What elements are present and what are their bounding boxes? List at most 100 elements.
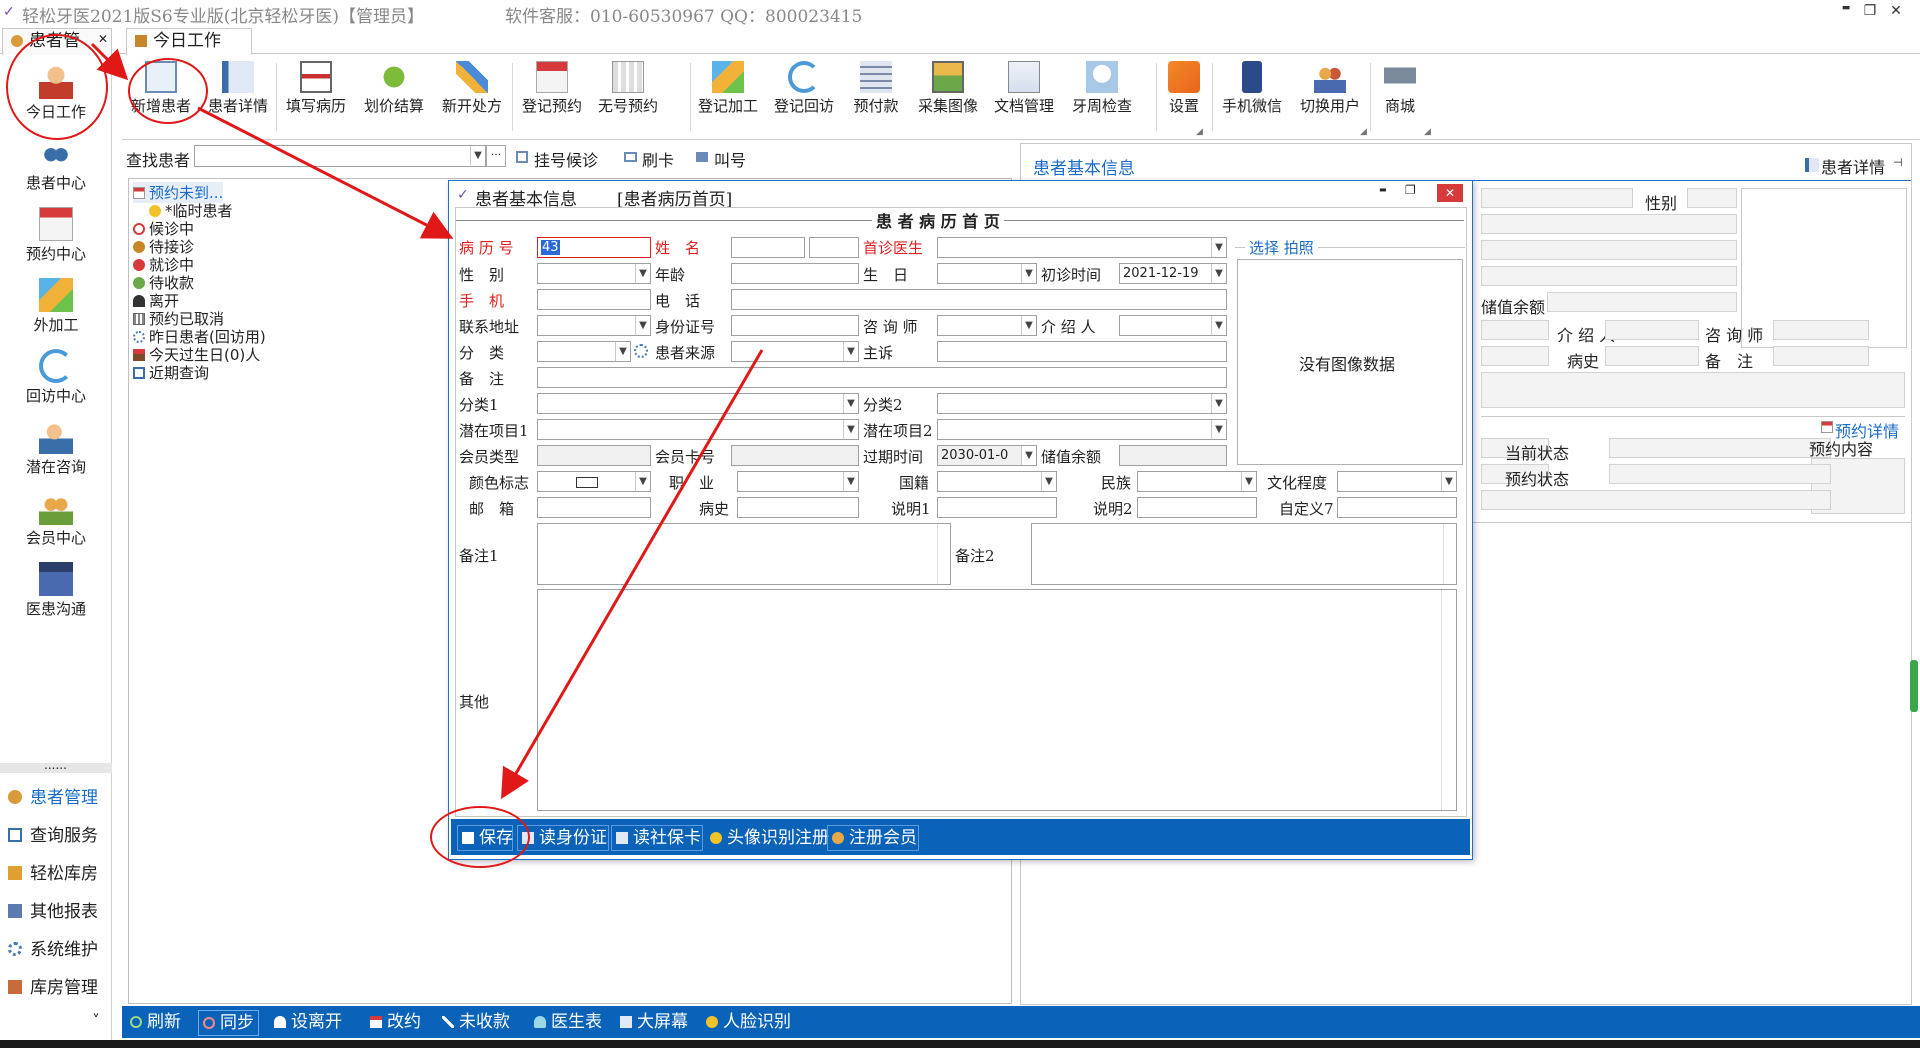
ribbon-document-mgmt[interactable]: 文档管理 [990, 61, 1058, 131]
reschedule-button[interactable]: 改约 [370, 1010, 421, 1034]
ribbon-new-prescription[interactable]: 新开处方 [440, 61, 504, 131]
menu-system-maintenance[interactable]: 系统维护 [8, 935, 98, 960]
scrollbar[interactable] [1443, 524, 1456, 584]
big-screen-button[interactable]: 大屏幕 [620, 1010, 688, 1034]
nav-doctor-patient[interactable]: 医患沟通 [0, 562, 112, 619]
chevron-down-icon[interactable]: ▼ [1041, 472, 1056, 491]
ribbon-capture-image[interactable]: 采集图像 [914, 61, 982, 131]
note2-input[interactable] [1137, 497, 1257, 518]
dialog-close-button[interactable]: ✕ [1437, 184, 1463, 202]
custom7-input[interactable] [1337, 497, 1457, 518]
remark-input[interactable] [537, 367, 1227, 388]
chevron-down-icon[interactable]: ▼ [1211, 394, 1226, 413]
age-input[interactable] [731, 263, 859, 284]
dialog-restore-button[interactable]: ❐ [1405, 183, 1416, 197]
first-doctor-select[interactable]: ▼ [937, 237, 1227, 258]
sync-button[interactable]: 同步 [198, 1010, 259, 1036]
chevron-down-icon[interactable]: ▼ [1441, 472, 1456, 491]
id-no-input[interactable] [731, 315, 859, 336]
unpaid-button[interactable]: 未收款 [442, 1010, 510, 1034]
consultant-select[interactable]: ▼ [937, 315, 1037, 336]
menu-query-service[interactable]: 查询服务 [8, 821, 98, 846]
ribbon-billing[interactable]: 划价结算 [362, 61, 426, 131]
gear-icon[interactable] [634, 344, 648, 358]
note1-input[interactable] [937, 497, 1057, 518]
chevron-down-icon[interactable]: ▼ [1211, 420, 1226, 439]
close-button[interactable]: ✕ [1884, 3, 1908, 23]
ribbon-periodontal-exam[interactable]: 牙周检查 [1068, 61, 1136, 131]
ribbon-register-outsource[interactable]: 登记加工 [694, 61, 762, 131]
swipe-card-button[interactable]: 刷卡 [642, 147, 674, 171]
menu-warehouse[interactable]: 轻松库房 [8, 859, 98, 884]
menu-patient-mgmt[interactable]: 患者管理 [8, 783, 98, 808]
remark2-textarea[interactable] [1031, 523, 1457, 585]
record-no-input[interactable]: 43 [537, 237, 651, 258]
minimize-button[interactable]: ▬ [1834, 3, 1858, 23]
ribbon-patient-detail[interactable]: 患者详情 [206, 61, 270, 131]
chevron-down-icon[interactable]: ▼ [615, 342, 630, 361]
reg-queue-button[interactable]: 挂号候诊 [534, 147, 598, 171]
doctor-table-button[interactable]: 医生表 [534, 1010, 602, 1034]
chevron-down-icon[interactable]: ▼ [843, 420, 858, 439]
referrer-select[interactable]: ▼ [1119, 315, 1227, 336]
ribbon-no-number-appointment[interactable]: 无号预约 [594, 61, 662, 131]
search-input[interactable]: ▼ [194, 145, 486, 167]
chevron-down-icon[interactable]: ▼ [1211, 316, 1226, 335]
chevron-down-icon[interactable]: ▼ [1021, 316, 1036, 335]
scrollbar[interactable] [937, 524, 950, 584]
ribbon-prepayment[interactable]: 预付款 [848, 61, 904, 131]
education-select[interactable]: ▼ [1337, 471, 1457, 492]
nav-potential-consult[interactable]: 潜在咨询 [0, 420, 112, 477]
history-input[interactable] [737, 497, 859, 518]
nation-select[interactable]: ▼ [937, 471, 1057, 492]
remark1-textarea[interactable] [537, 523, 951, 585]
nav-member-center[interactable]: 会员中心 [0, 491, 112, 548]
nav-outsource[interactable]: 外加工 [0, 278, 112, 335]
name-extra-input[interactable] [809, 237, 859, 258]
chevron-down-icon[interactable]: ▼ [470, 146, 485, 165]
group-expand-icon[interactable]: ◢ [1360, 127, 1367, 137]
nav-appointment-center[interactable]: 预约中心 [0, 207, 112, 264]
potential2-select[interactable]: ▼ [937, 419, 1227, 440]
ribbon-store[interactable]: 商城 [1378, 61, 1422, 131]
source-select[interactable]: ▼ [731, 341, 859, 362]
face-register-button[interactable]: 头像识别注册 [705, 825, 829, 851]
patient-detail-link[interactable]: 患者详情 [1821, 154, 1885, 178]
search-more-button[interactable]: ··· [486, 145, 506, 167]
job-select[interactable]: ▼ [737, 471, 859, 492]
group-expand-icon[interactable]: ◢ [1424, 127, 1431, 137]
tree-item[interactable]: 近期查询 [133, 362, 209, 383]
complaint-input[interactable] [937, 341, 1227, 362]
register-member-button[interactable]: 注册会员 [827, 825, 919, 851]
chevron-down-icon[interactable]: ▼ [1241, 472, 1256, 491]
chevron-down-icon[interactable]: ▼ [1211, 264, 1226, 283]
pin-icon[interactable]: ⊣ [1893, 156, 1903, 169]
right-scrollbar[interactable] [1910, 660, 1918, 712]
face-recognition-button[interactable]: 人脸识别 [706, 1010, 791, 1034]
menu-stock-mgmt[interactable]: 库房管理 [8, 973, 98, 998]
name-input[interactable] [731, 237, 805, 258]
birthday-input[interactable]: ▼ [937, 263, 1037, 284]
scrollbar[interactable] [1441, 590, 1456, 810]
chevron-down-icon[interactable]: ▼ [843, 342, 858, 361]
category2-select[interactable]: ▼ [937, 393, 1227, 414]
ribbon-register-appointment[interactable]: 登记预约 [518, 61, 586, 131]
ribbon-switch-user[interactable]: 切换用户 [1296, 61, 1364, 131]
ribbon-fill-record[interactable]: 填写病历 [284, 61, 348, 131]
dialog-minimize-button[interactable]: ▬ [1379, 185, 1387, 194]
chevron-down-icon[interactable]: ▼ [635, 264, 650, 283]
first-visit-input[interactable]: 2021-12-19 ▼ [1119, 263, 1227, 284]
ribbon-settings[interactable]: 设置 [1162, 61, 1206, 131]
phone-input[interactable] [731, 289, 1227, 310]
potential1-select[interactable]: ▼ [537, 419, 859, 440]
gender-select[interactable]: ▼ [537, 263, 651, 284]
nav-patient-center[interactable]: 患者中心 [0, 136, 112, 193]
category1-select[interactable]: ▼ [537, 393, 859, 414]
chevron-down-icon[interactable]: ▼ [843, 394, 858, 413]
restore-button[interactable]: ❐ [1858, 3, 1882, 23]
photo-links[interactable]: 选择 拍照 [1245, 237, 1318, 258]
email-input[interactable] [537, 497, 651, 518]
tab-today-work[interactable]: 今日工作 [126, 28, 252, 55]
address-select[interactable]: ▼ [537, 315, 651, 336]
category-select[interactable]: ▼ [537, 341, 631, 362]
